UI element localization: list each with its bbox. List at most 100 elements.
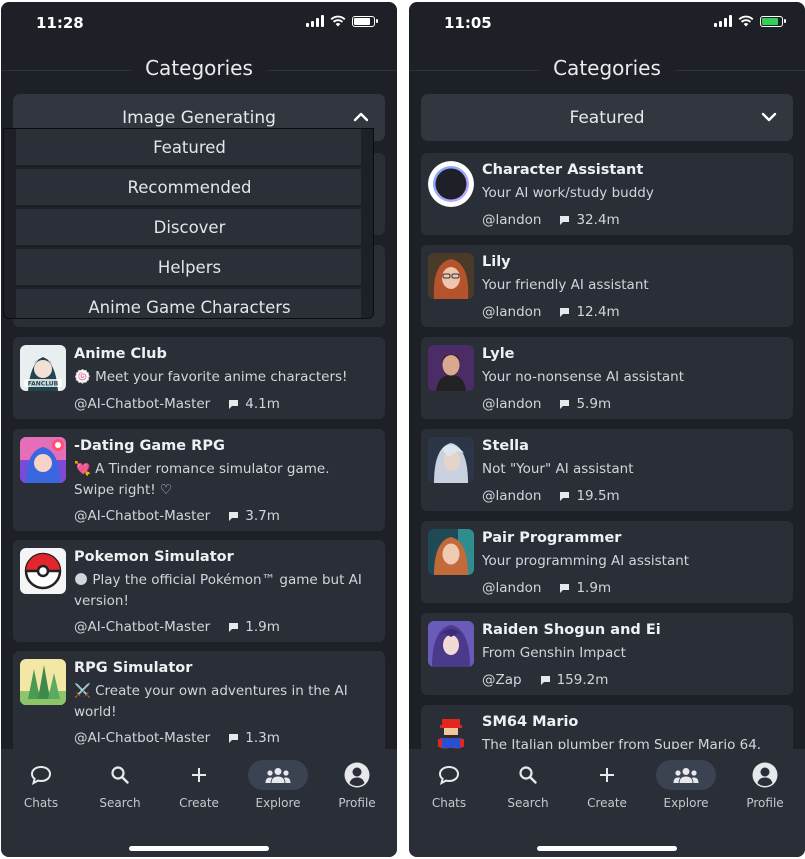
card-count: 1.3m (228, 730, 280, 746)
tab-profile[interactable]: Profile (730, 762, 800, 810)
character-card[interactable]: Pokemon Simulator 🌑 Play the official Po… (13, 540, 385, 642)
card-count-value: 159.2m (556, 672, 609, 688)
card-author[interactable]: @AI-Chatbot-Master (74, 619, 210, 635)
menu-scrollbar[interactable] (361, 129, 373, 318)
character-card[interactable]: Lyle Your no-nonsense AI assistant @land… (421, 337, 793, 419)
avatar: FANCLUB (20, 345, 66, 391)
dropdown-selected-label: Image Generating (122, 108, 276, 128)
card-title: Lyle (482, 346, 515, 362)
character-card[interactable]: Stella Not "Your" AI assistant @landon 1… (421, 429, 793, 511)
card-title: Stella (482, 438, 529, 454)
card-author[interactable]: @landon (482, 212, 541, 228)
tab-profile[interactable]: Profile (322, 762, 392, 810)
tab-label: Profile (746, 796, 784, 810)
card-title: Lily (482, 254, 511, 270)
people-group-icon (673, 768, 699, 783)
tab-label: Create (179, 796, 219, 810)
menu-item-featured[interactable]: Featured (16, 129, 363, 167)
menu-item-recommended[interactable]: Recommended (16, 169, 363, 207)
avatar (428, 253, 474, 299)
tab-label: Profile (338, 796, 376, 810)
card-count-value: 19.5m (576, 488, 620, 504)
tab-explore[interactable]: Explore (651, 760, 721, 810)
menu-item-discover[interactable]: Discover (16, 209, 363, 247)
menu-item-helpers[interactable]: Helpers (16, 249, 363, 287)
character-card[interactable]: Lily Your friendly AI assistant @landon … (421, 245, 793, 327)
wifi-icon (330, 15, 346, 27)
character-card[interactable]: FANCLUB Anime Club 🍥 Meet your favorite … (13, 337, 385, 419)
card-count-value: 1.3m (245, 730, 280, 746)
card-count: 12.4m (559, 304, 620, 320)
avatar (428, 161, 474, 207)
card-description: ⚔️ Create your own adventures in the AI … (74, 683, 348, 720)
tab-label: Explore (255, 796, 301, 810)
card-meta: @landon 1.9m (482, 580, 611, 596)
card-description: Your AI work/study buddy (482, 185, 654, 201)
card-title: Anime Club (74, 346, 167, 362)
card-count: 1.9m (559, 580, 611, 596)
character-card[interactable]: -Dating Game RPG 💘 A Tinder romance simu… (13, 429, 385, 531)
character-card[interactable]: RPG Simulator ⚔️ Create your own adventu… (13, 651, 385, 753)
tab-label: Search (99, 796, 141, 810)
card-description: 💘 A Tinder romance simulator game. Swipe… (74, 461, 330, 498)
card-count-value: 3.7m (245, 508, 280, 524)
message-count-icon (560, 491, 570, 501)
tab-label: Chats (23, 796, 59, 810)
tab-search[interactable]: Search (85, 762, 155, 810)
character-card[interactable]: Raiden Shogun and Ei From Genshin Impact… (421, 613, 793, 695)
card-author[interactable]: @landon (482, 304, 541, 320)
home-indicator[interactable] (129, 846, 269, 851)
signal-icon (306, 15, 324, 27)
category-dropdown[interactable]: Featured (421, 94, 793, 141)
card-author[interactable]: @landon (482, 580, 541, 596)
tab-search[interactable]: Search (493, 762, 563, 810)
avatar (20, 659, 66, 705)
card-author[interactable]: @AI-Chatbot-Master (74, 730, 210, 746)
character-card[interactable]: Pair Programmer Your programming AI assi… (421, 521, 793, 603)
tab-chats[interactable]: Chats (6, 762, 76, 810)
character-card[interactable]: Character Assistant Your AI work/study b… (421, 153, 793, 235)
card-author[interactable]: @Zap (482, 672, 522, 688)
status-icons (306, 15, 378, 27)
card-count: 4.1m (228, 396, 280, 412)
card-author[interactable]: @landon (482, 396, 541, 412)
card-title: Pair Programmer (482, 530, 622, 546)
status-time: 11:28 (36, 14, 84, 32)
message-count-icon (560, 399, 570, 409)
card-count-value: 32.4m (576, 212, 620, 228)
card-description: Your no-nonsense AI assistant (482, 369, 684, 385)
plus-icon (600, 768, 614, 782)
home-indicator[interactable] (537, 846, 677, 851)
card-author[interactable]: @landon (482, 488, 541, 504)
battery-icon (352, 15, 378, 27)
people-group-icon (265, 768, 291, 783)
message-count-icon (560, 215, 570, 225)
card-title: -Dating Game RPG (74, 438, 225, 454)
bottom-tab-bar: Chats Search Create Explore Profile (409, 749, 805, 857)
card-description: From Genshin Impact (482, 645, 626, 661)
card-title: Pokemon Simulator (74, 549, 234, 565)
card-author[interactable]: @AI-Chatbot-Master (74, 396, 210, 412)
card-meta: @landon 12.4m (482, 304, 620, 320)
menu-item-anime-game-characters[interactable]: Anime Game Characters (16, 289, 363, 318)
page-title: Categories (409, 56, 805, 80)
card-author[interactable]: @AI-Chatbot-Master (74, 508, 210, 524)
card-description: Your programming AI assistant (482, 553, 690, 569)
card-count-value: 12.4m (576, 304, 620, 320)
tab-create[interactable]: Create (572, 762, 642, 810)
avatar (20, 548, 66, 594)
message-count-icon (560, 307, 570, 317)
tab-chats[interactable]: Chats (414, 762, 484, 810)
battery-charging-icon (760, 15, 786, 27)
card-count: 3.7m (228, 508, 280, 524)
card-meta: @AI-Chatbot-Master 4.1m (74, 396, 280, 412)
message-count-icon (560, 583, 570, 593)
avatar (428, 621, 474, 667)
card-meta: @AI-Chatbot-Master 3.7m (74, 508, 280, 524)
tab-explore[interactable]: Explore (243, 760, 313, 810)
tab-create[interactable]: Create (164, 762, 234, 810)
card-meta: @landon 19.5m (482, 488, 620, 504)
signal-icon (714, 15, 732, 27)
avatar (428, 345, 474, 391)
card-meta: @landon 32.4m (482, 212, 620, 228)
